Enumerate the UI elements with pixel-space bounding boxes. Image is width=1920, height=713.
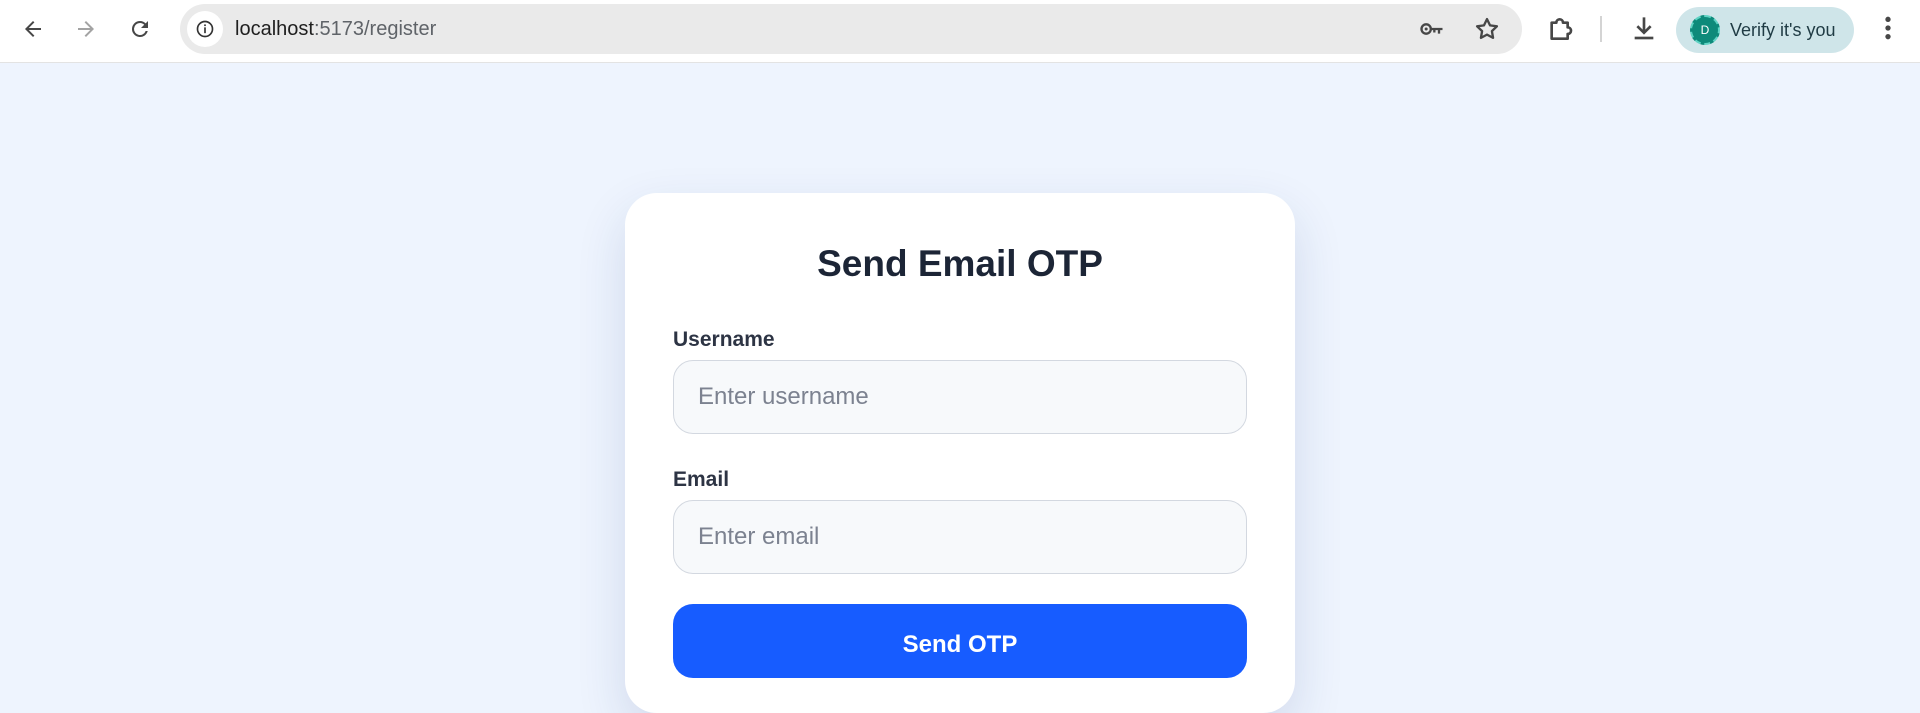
avatar: D [1690, 15, 1720, 45]
puzzle-icon[interactable] [1545, 12, 1577, 44]
username-label: Username [673, 328, 775, 351]
info-icon [196, 20, 214, 38]
reload-button[interactable] [120, 9, 160, 49]
key-icon[interactable] [1418, 15, 1446, 43]
arrow-right-icon [78, 21, 94, 37]
url-host: localhost [235, 18, 314, 40]
email-label: Email [673, 468, 730, 491]
arrow-left-icon [25, 21, 41, 37]
browser-toolbar: localhost:5173/register D Verify it's yo… [0, 0, 1920, 63]
username-input[interactable] [673, 360, 1247, 434]
back-button[interactable] [13, 9, 53, 49]
otp-card: Send Email OTP Username Email Send OTP [625, 193, 1295, 713]
profile-chip[interactable]: D Verify it's you [1676, 7, 1854, 53]
address-bar[interactable]: localhost:5173/register [180, 4, 1522, 54]
send-otp-button[interactable]: Send OTP [673, 604, 1247, 678]
url-path: :5173/register [313, 18, 437, 40]
reload-icon [131, 20, 148, 37]
site-info-button[interactable] [187, 11, 223, 47]
email-input[interactable] [673, 500, 1247, 574]
star-icon[interactable] [1473, 15, 1501, 43]
kebab-menu-icon[interactable] [1872, 12, 1904, 44]
profile-chip-label: Verify it's you [1730, 19, 1836, 40]
download-icon[interactable] [1628, 12, 1660, 44]
forward-button[interactable] [66, 9, 106, 49]
url-text[interactable]: localhost:5173/register [235, 18, 436, 41]
toolbar-divider [1600, 16, 1602, 42]
page-title: Send Email OTP [817, 243, 1103, 284]
